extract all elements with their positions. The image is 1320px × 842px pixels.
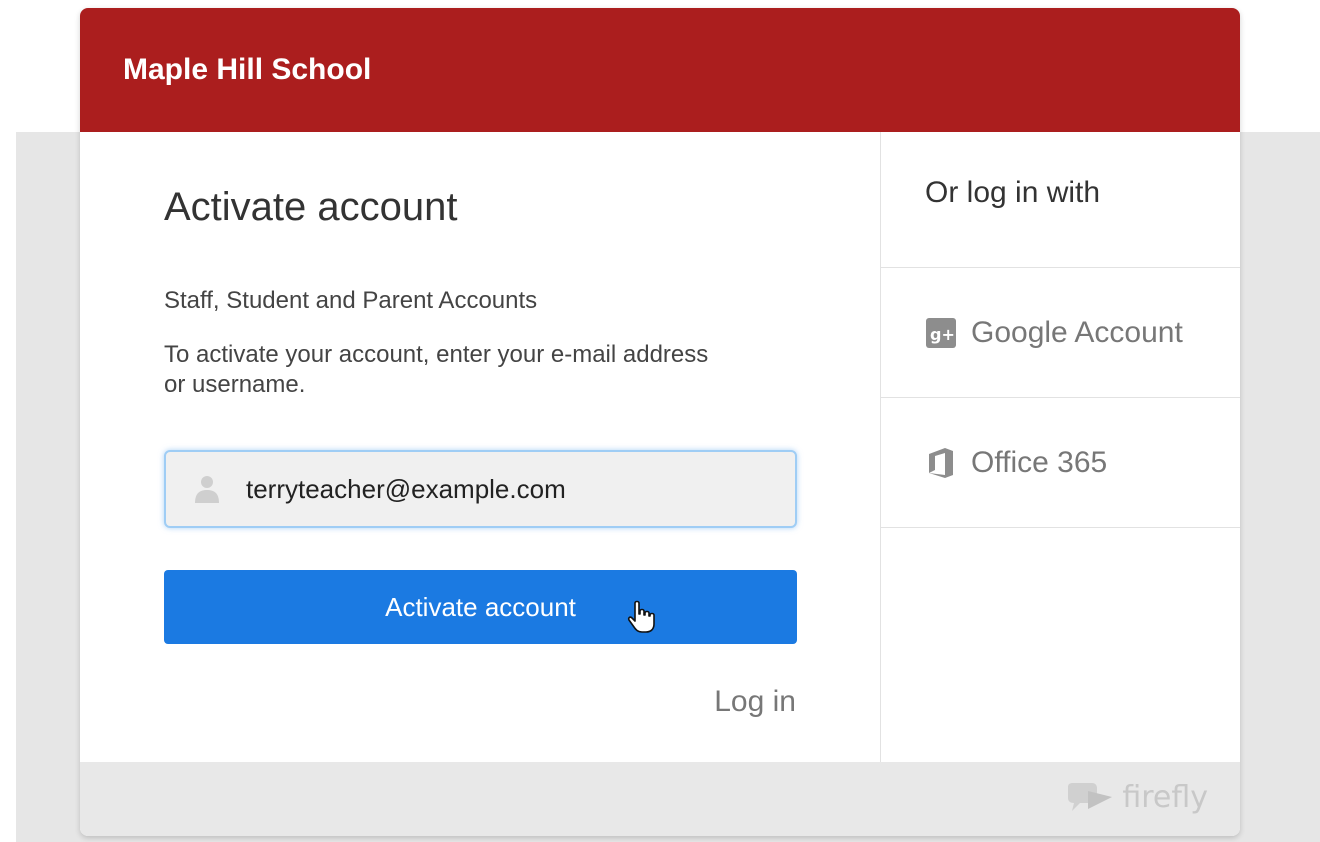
email-field[interactable] [246, 473, 766, 505]
email-field-wrapper[interactable] [164, 450, 797, 528]
alternative-login-panel: Or log in with g+ Google Account Office … [881, 132, 1240, 762]
school-name: Maple Hill School [123, 53, 372, 86]
login-link[interactable]: Log in [714, 685, 796, 719]
firefly-logo-icon [1068, 782, 1113, 811]
card-body: Activate account Staff, Student and Pare… [80, 132, 1240, 762]
google-login-label: Google Account [971, 315, 1183, 349]
office365-login-label: Office 365 [971, 445, 1108, 479]
office365-login-button[interactable]: Office 365 [881, 398, 1240, 528]
activate-button-label: Activate account [385, 591, 576, 622]
alt-login-heading: Or log in with [881, 132, 1240, 268]
page-title: Activate account [164, 185, 458, 229]
instructions-text: To activate your account, enter your e-m… [164, 341, 709, 398]
firefly-brand: firefly [1064, 780, 1208, 815]
user-icon [192, 471, 222, 507]
activation-card: Maple Hill School Activate account Staff… [80, 8, 1240, 836]
hand-cursor-icon [626, 600, 656, 641]
brand-name: firefly [1122, 780, 1208, 815]
school-header: Maple Hill School [80, 8, 1240, 132]
activate-account-button[interactable]: Activate account [164, 570, 797, 644]
google-plus-icon: g+ [923, 315, 959, 351]
svg-text:g+: g+ [930, 325, 955, 344]
card-footer: firefly [80, 762, 1240, 836]
account-types-label: Staff, Student and Parent Accounts [164, 287, 538, 314]
activation-panel: Activate account Staff, Student and Pare… [80, 132, 881, 762]
office-icon [923, 445, 959, 481]
google-login-button[interactable]: g+ Google Account [881, 268, 1240, 398]
